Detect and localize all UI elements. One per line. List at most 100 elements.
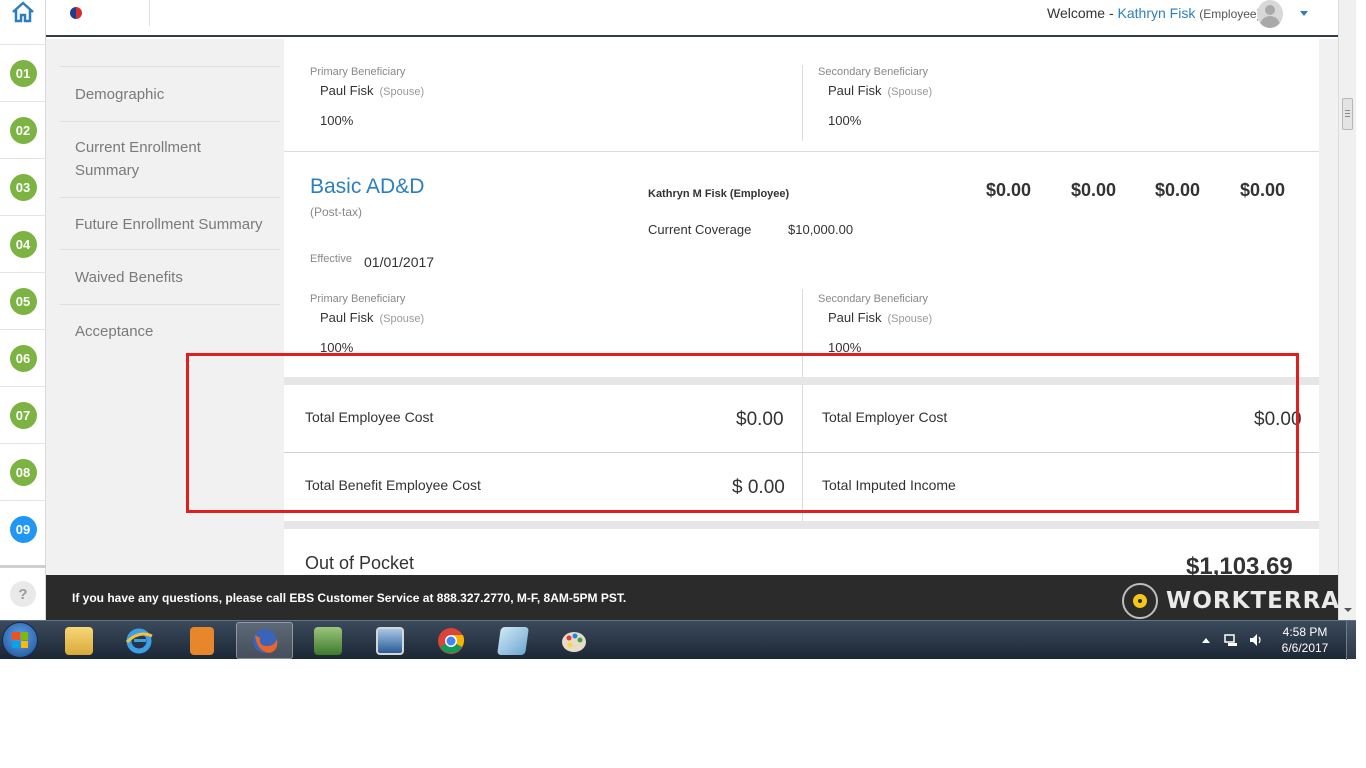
benefit-title[interactable]: Basic AD&D [310,175,424,199]
section-menu: Demographic Current Enrollment Summary F… [60,66,280,358]
volume-icon[interactable] [1249,633,1263,647]
primary-beneficiary-name: Paul Fisk (Spouse) [320,83,424,98]
taskbar-file-explorer[interactable] [50,622,107,659]
menu-item-demographic[interactable]: Demographic [60,66,280,121]
benefit-tax-type: (Post-tax) [310,205,363,219]
menu-item-current-enrollment[interactable]: Current Enrollment Summary [60,121,280,197]
cost-amount: $0.00 [986,180,1032,200]
step-04[interactable]: 04 [0,215,46,272]
menu-item-waived-benefits[interactable]: Waived Benefits [60,249,280,304]
effective-date: 01/01/2017 [364,254,435,270]
grip-line [1345,116,1350,117]
step-07[interactable]: 07 [0,386,46,443]
excel-icon [313,626,342,655]
step-number: 05 [9,287,37,315]
taskbar-chrome[interactable] [422,622,479,659]
effective-label: Effective [310,253,352,265]
section-gap [284,521,1319,529]
step-number: 08 [9,458,37,486]
secondary-beneficiary-label: Secondary Beneficiary [818,293,929,305]
secondary-beneficiary-percent: 100% [828,113,862,128]
grip-line [1345,113,1350,114]
beneficiary-name: Paul Fisk [828,310,882,325]
step-number: 02 [9,116,37,144]
firefox-icon [252,628,277,653]
beneficiary-relation: (Spouse) [379,313,425,325]
secondary-beneficiary-name: Paul Fisk (Spouse) [828,83,932,98]
top-header: Welcome - Kathryn Fisk (Employee) [46,0,1338,37]
remote-desktop-icon [375,626,404,655]
workterra-logo: WORKTERRA [1122,583,1340,619]
secondary-beneficiary-label: Secondary Beneficiary [818,66,929,78]
step-09[interactable]: 09 [0,500,46,557]
taskbar-remote-desktop[interactable] [361,622,418,659]
beneficiary-name: Paul Fisk [320,310,374,325]
step-08[interactable]: 08 [0,443,46,500]
primary-beneficiary-label: Primary Beneficiary [310,293,406,305]
section-divider [284,151,1319,152]
step-05[interactable]: 05 [0,272,46,329]
system-clock[interactable]: 4:58 PM 6/6/2017 [1272,624,1338,656]
show-desktop-button[interactable] [1346,621,1356,660]
welcome-text: Welcome - Kathryn Fisk (Employee) [1047,5,1261,21]
app-window: 01 02 03 04 05 06 07 08 09 ? Welcome - K… [0,0,1366,768]
user-role: (Employee) [1199,7,1261,21]
taskbar-paint[interactable] [546,622,603,659]
help-button[interactable]: ? [0,565,46,620]
home-icon [12,1,34,23]
coverage-label: Current Coverage [648,222,752,237]
clock-date: 6/6/2017 [1281,641,1329,655]
beneficiary-name: Paul Fisk [320,83,374,98]
menu-item-acceptance[interactable]: Acceptance [60,304,280,358]
welcome-prefix: Welcome - [1047,5,1114,21]
beneficiary-relation: (Spouse) [887,313,933,325]
out-of-pocket-label: Out of Pocket [305,553,415,573]
step-number: 07 [9,401,37,429]
show-hidden-icons-icon[interactable] [1202,638,1210,643]
start-button[interactable] [2,622,38,658]
help-icon: ? [10,581,36,607]
taskbar-notepad[interactable] [484,622,541,659]
taskbar-internet-explorer[interactable] [110,622,167,659]
cost-amount: $0.00 [1155,180,1201,200]
clock-time: 4:58 PM [1282,625,1328,639]
chevron-down-icon[interactable] [1300,11,1308,16]
user-name-link[interactable]: Kathryn Fisk [1118,5,1196,21]
coverage-value: $10,000.00 [788,222,854,237]
taskbar-firefox[interactable] [236,622,293,659]
avatar[interactable] [1257,0,1283,28]
network-icon[interactable] [1224,633,1238,647]
taskbar-excel[interactable] [299,622,356,659]
step-rail: 01 02 03 04 05 06 07 08 09 ? [0,0,46,620]
workterra-emblem-icon [1122,583,1158,619]
windows-logo-icon [12,632,28,648]
footer-bar: If you have any questions, please call E… [46,575,1340,620]
step-number: 01 [9,59,37,87]
step-02[interactable]: 02 [0,101,46,158]
covered-person: Kathryn M Fisk (Employee) [648,188,790,200]
logo-icon [70,7,82,19]
vertical-scrollbar[interactable] [1338,0,1356,620]
scrollbar-thumb[interactable] [1342,98,1353,130]
step-06[interactable]: 06 [0,329,46,386]
home-button[interactable] [0,0,46,44]
chrome-icon [437,627,464,654]
company-logo[interactable] [46,0,150,26]
avatar-body [1260,16,1280,28]
primary-beneficiary-percent: 100% [320,113,354,128]
primary-beneficiary-name: Paul Fisk (Spouse) [320,310,424,325]
media-player-icon [189,626,214,655]
step-01[interactable]: 01 [0,44,46,101]
scroll-down-arrow-icon[interactable] [1344,608,1352,612]
menu-item-future-enrollment[interactable]: Future Enrollment Summary [60,197,280,249]
cost-amount: $0.00 [1240,180,1286,200]
avatar-head [1265,5,1275,15]
grip-line [1345,110,1350,111]
brand-name: WORKTERRA [1166,588,1341,614]
taskbar-media-player[interactable] [173,622,230,659]
out-of-pocket-value: $1,103.69 [1186,553,1293,575]
beneficiary-name: Paul Fisk [828,83,882,98]
internet-explorer-icon [125,628,153,653]
primary-beneficiary-label: Primary Beneficiary [310,66,406,78]
step-03[interactable]: 03 [0,158,46,215]
